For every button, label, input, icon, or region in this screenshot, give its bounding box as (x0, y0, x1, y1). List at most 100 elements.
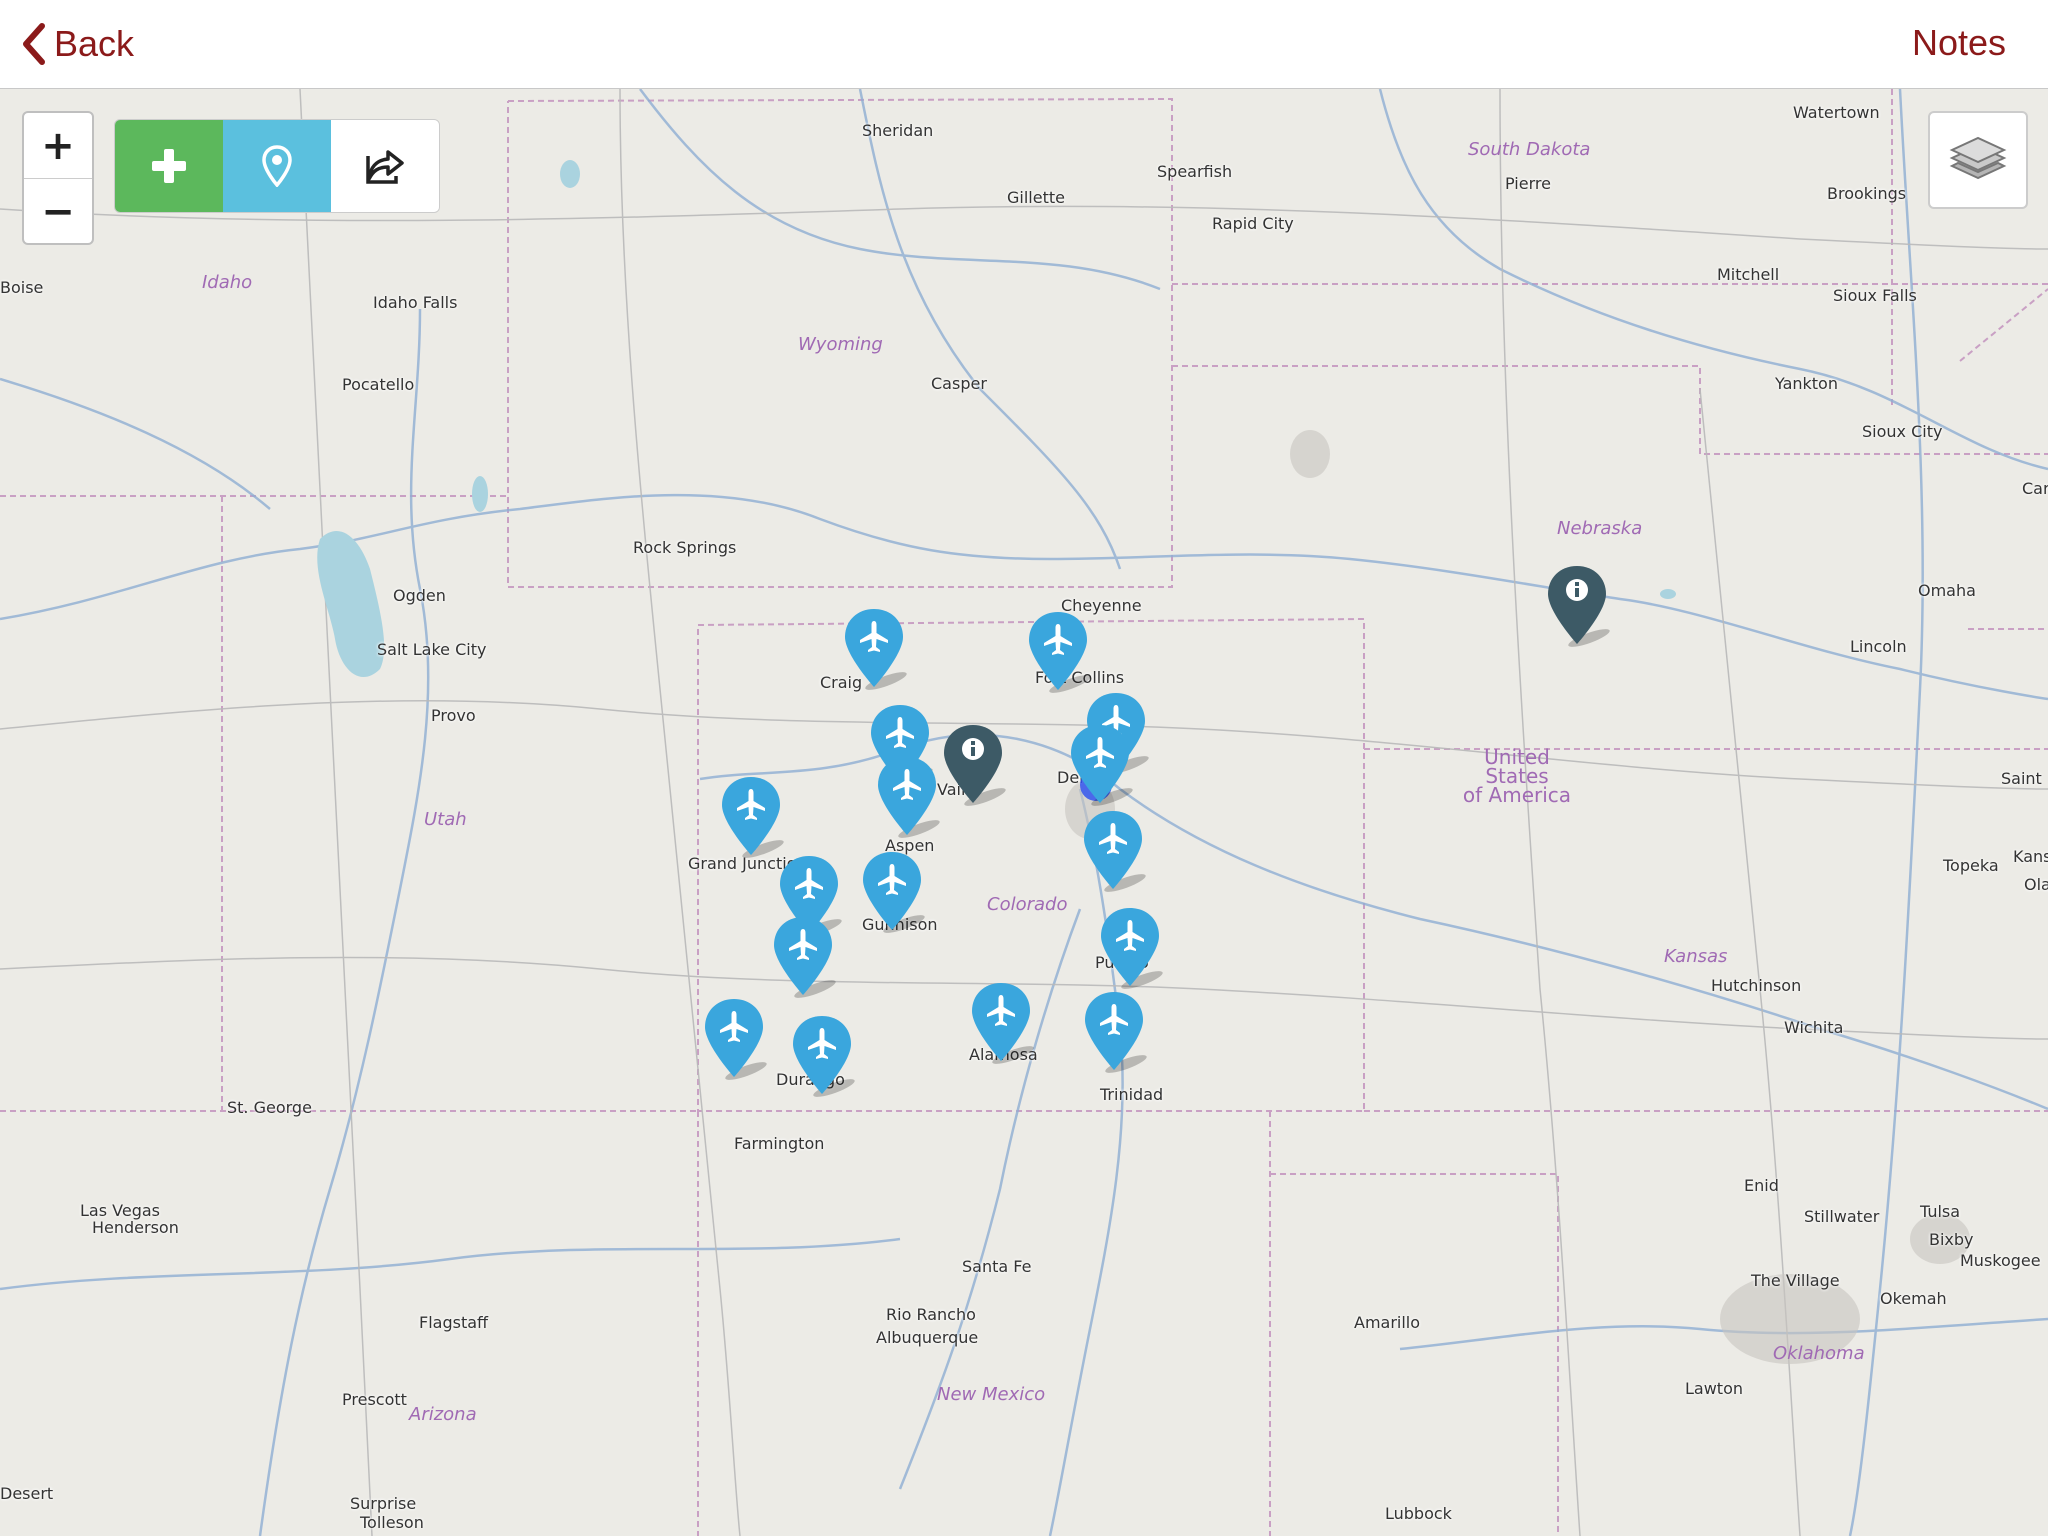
region-label: Nebraska (1557, 518, 1643, 539)
city-label: Rio Rancho (886, 1305, 976, 1324)
city-label: Mitchell (1717, 265, 1780, 284)
airplane-icon (722, 777, 784, 858)
city-label: Ola (2024, 875, 2048, 894)
city-label: Tolleson (360, 1513, 424, 1532)
notes-button[interactable]: Notes (1912, 22, 2006, 64)
chevron-left-icon (23, 23, 45, 65)
zoom-in-button[interactable]: + (24, 113, 92, 179)
city-label: Casper (931, 374, 987, 393)
city-label: Sheridan (862, 121, 934, 140)
city-label: Idaho Falls (373, 293, 458, 312)
airport-pin[interactable] (1081, 809, 1146, 893)
map-toolbar (114, 119, 440, 213)
city-label: Enid (1744, 1176, 1779, 1195)
info-icon (944, 725, 1006, 806)
airport-pin[interactable] (842, 607, 907, 691)
city-label: Boise (0, 278, 44, 297)
airport-pin[interactable] (969, 981, 1034, 1065)
city-label: Gillette (1007, 188, 1065, 207)
city-label: St. George (227, 1098, 312, 1117)
share-button[interactable] (331, 120, 439, 212)
airplane-icon (863, 852, 925, 933)
city-label: Muskogee (1960, 1251, 2041, 1270)
airport-pin[interactable] (790, 1014, 855, 1098)
city-label: Okemah (1880, 1289, 1947, 1308)
info-icon (1548, 566, 1610, 647)
info-pin[interactable] (1545, 564, 1610, 648)
region-label: South Dakota (1468, 139, 1591, 160)
country-label: United States of America (1452, 747, 1582, 807)
city-label: Watertown (1793, 103, 1880, 122)
city-label: Wichita (1784, 1018, 1844, 1037)
city-label: Brookings (1827, 184, 1907, 203)
airport-pin[interactable] (702, 997, 767, 1081)
city-label: Kans (2013, 847, 2048, 866)
airport-pin[interactable] (1082, 990, 1147, 1074)
city-label: Hutchinson (1711, 976, 1802, 995)
back-button[interactable]: Back (20, 18, 134, 70)
city-label: Lubbock (1385, 1504, 1452, 1523)
region-label: Utah (424, 809, 467, 830)
city-label: The Village (1751, 1271, 1840, 1290)
city-label: Amarillo (1354, 1313, 1421, 1332)
city-label: Tulsa (1920, 1202, 1961, 1221)
nav-bar: Back Notes (0, 0, 2048, 89)
airplane-icon (878, 757, 940, 838)
city-label: Car (2022, 479, 2048, 498)
city-label: Pierre (1505, 174, 1551, 193)
region-label: Oklahoma (1773, 1343, 1865, 1364)
add-button[interactable] (115, 120, 223, 212)
airplane-icon (1101, 908, 1163, 989)
airport-pin[interactable] (719, 775, 784, 859)
zoom-out-button[interactable]: − (24, 179, 92, 243)
region-label: Kansas (1664, 946, 1728, 967)
region-label: Colorado (987, 894, 1068, 915)
city-label: Sioux Falls (1833, 286, 1917, 305)
layers-button[interactable] (1928, 111, 2028, 209)
city-label: Yankton (1775, 374, 1838, 393)
airport-pin[interactable] (875, 755, 940, 839)
city-label: Saint (2001, 769, 2042, 788)
airplane-icon (1029, 612, 1091, 693)
airport-pin[interactable] (1068, 723, 1133, 807)
map-marker-icon (262, 145, 292, 187)
city-label: Ogden (393, 586, 446, 605)
city-label: Albuquerque (876, 1328, 979, 1347)
city-label: Salt Lake City (377, 640, 487, 659)
country-label-line: of America (1462, 783, 1572, 807)
city-label: Flagstaff (419, 1313, 489, 1332)
city-label: Stillwater (1804, 1207, 1880, 1226)
city-label: Lawton (1685, 1379, 1744, 1398)
city-label: Spearfish (1157, 162, 1233, 181)
locate-button[interactable] (223, 120, 331, 212)
airplane-icon (705, 999, 767, 1080)
map-base-layer (0, 89, 2048, 1536)
city-label: Sioux City (1862, 422, 1943, 441)
city-label: Rock Springs (633, 538, 737, 557)
layers-icon (1949, 136, 2007, 180)
city-label: Desert (0, 1484, 54, 1503)
city-label: Surprise (350, 1494, 417, 1513)
city-label: Bixby (1929, 1230, 1974, 1249)
city-label: Farmington (734, 1134, 825, 1153)
airplane-icon (845, 609, 907, 690)
airplane-icon (774, 917, 836, 998)
city-label: Topeka (1943, 856, 1999, 875)
airport-pin[interactable] (771, 915, 836, 999)
airport-pin[interactable] (860, 850, 925, 934)
airport-pin[interactable] (1026, 610, 1091, 694)
region-label: Wyoming (798, 334, 883, 355)
city-label: Trinidad (1100, 1085, 1164, 1104)
info-pin[interactable] (941, 723, 1006, 807)
zoom-control: + − (22, 111, 94, 245)
city-label: Henderson (92, 1218, 179, 1237)
airplane-icon (793, 1016, 855, 1097)
airport-pin[interactable] (1098, 906, 1163, 990)
region-label: New Mexico (937, 1384, 1046, 1405)
city-label: Prescott (342, 1390, 407, 1409)
city-label: Provo (431, 706, 476, 725)
airplane-icon (1071, 725, 1133, 806)
region-label: Arizona (409, 1404, 477, 1425)
map-view[interactable]: Sheridan Gillette Spearfish Rapid City P… (0, 89, 2048, 1536)
share-icon (366, 150, 404, 184)
